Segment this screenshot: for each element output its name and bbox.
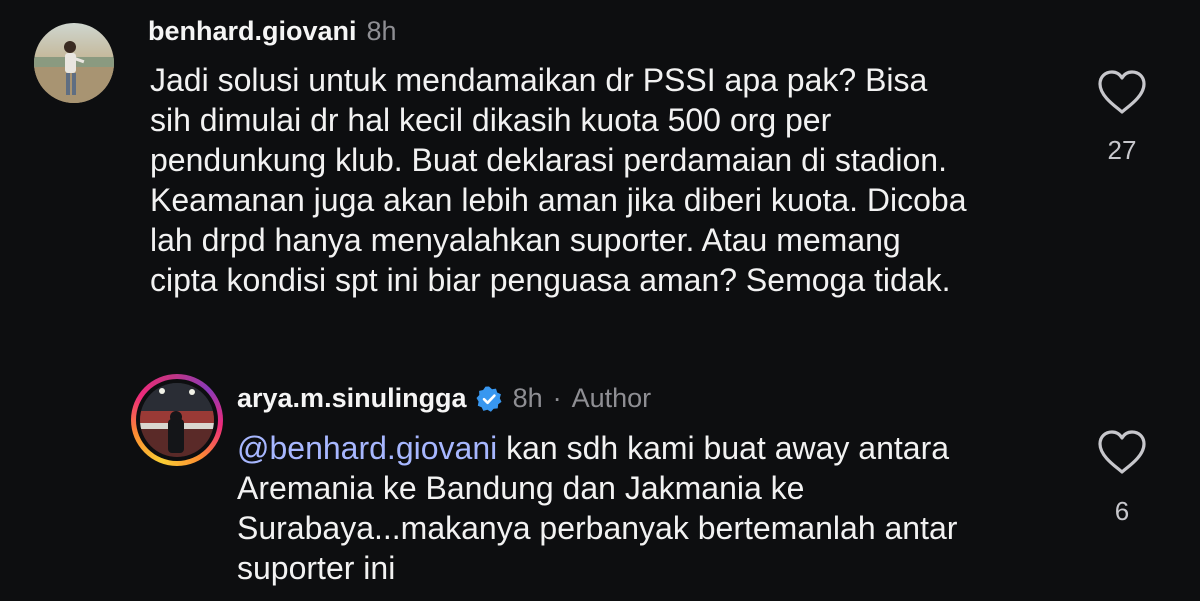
comment-line: pendunkung klub. Buat deklarasi perdamai… [150, 142, 947, 178]
comment-line: cipta kondisi spt ini biar penguasa aman… [150, 262, 951, 298]
username[interactable]: arya.m.sinulingga [237, 383, 467, 414]
comment-line: suporter ini [237, 550, 396, 586]
heart-icon [1098, 70, 1146, 114]
profile-photo-icon [140, 383, 214, 457]
mention-link[interactable]: @benhard.giovani [237, 430, 497, 466]
comment-header: arya.m.sinulingga 8h · Author [237, 383, 651, 414]
comment-line: sih dimulai dr hal kecil dikasih kuota 5… [150, 102, 832, 138]
like-button[interactable] [1096, 428, 1148, 476]
author-label: Author [571, 383, 652, 413]
timestamp: 8h [512, 383, 543, 413]
like-count: 6 [1114, 496, 1130, 526]
comment-line: @benhard.giovani kan sdh kami buat away … [237, 428, 1067, 468]
comment-text: @benhard.giovani kan sdh kami buat away … [237, 428, 1067, 588]
story-ring[interactable] [131, 374, 223, 466]
comment-header: benhard.giovani 8h [148, 16, 397, 47]
comment-line: Keamanan juga akan lebih aman jika diber… [150, 182, 967, 218]
comment-line: Surabaya...makanya perbanyak bertemanlah… [237, 510, 958, 546]
verified-badge-icon [475, 385, 503, 413]
comment-line: Jadi solusi untuk mendamaikan dr PSSI ap… [150, 62, 928, 98]
like-button[interactable] [1096, 68, 1148, 116]
timestamp: 8h [366, 16, 397, 46]
comment-line: lah drpd hanya menyalahkan suporter. Ata… [150, 222, 901, 258]
avatar[interactable] [34, 23, 114, 103]
comment-line-text: kan sdh kami buat away antara [497, 430, 950, 466]
username[interactable]: benhard.giovani [148, 16, 357, 47]
avatar[interactable] [140, 383, 214, 457]
like-count: 27 [1107, 135, 1137, 165]
profile-photo-icon [34, 23, 114, 103]
comment-line: Aremania ke Bandung dan Jakmania ke [237, 470, 805, 506]
separator-dot: · [552, 383, 562, 413]
comment-thread: benhard.giovani 8h Jadi solusi untuk men… [0, 0, 1200, 601]
comment-text: Jadi solusi untuk mendamaikan dr PSSI ap… [150, 60, 1070, 300]
heart-icon [1098, 430, 1146, 474]
